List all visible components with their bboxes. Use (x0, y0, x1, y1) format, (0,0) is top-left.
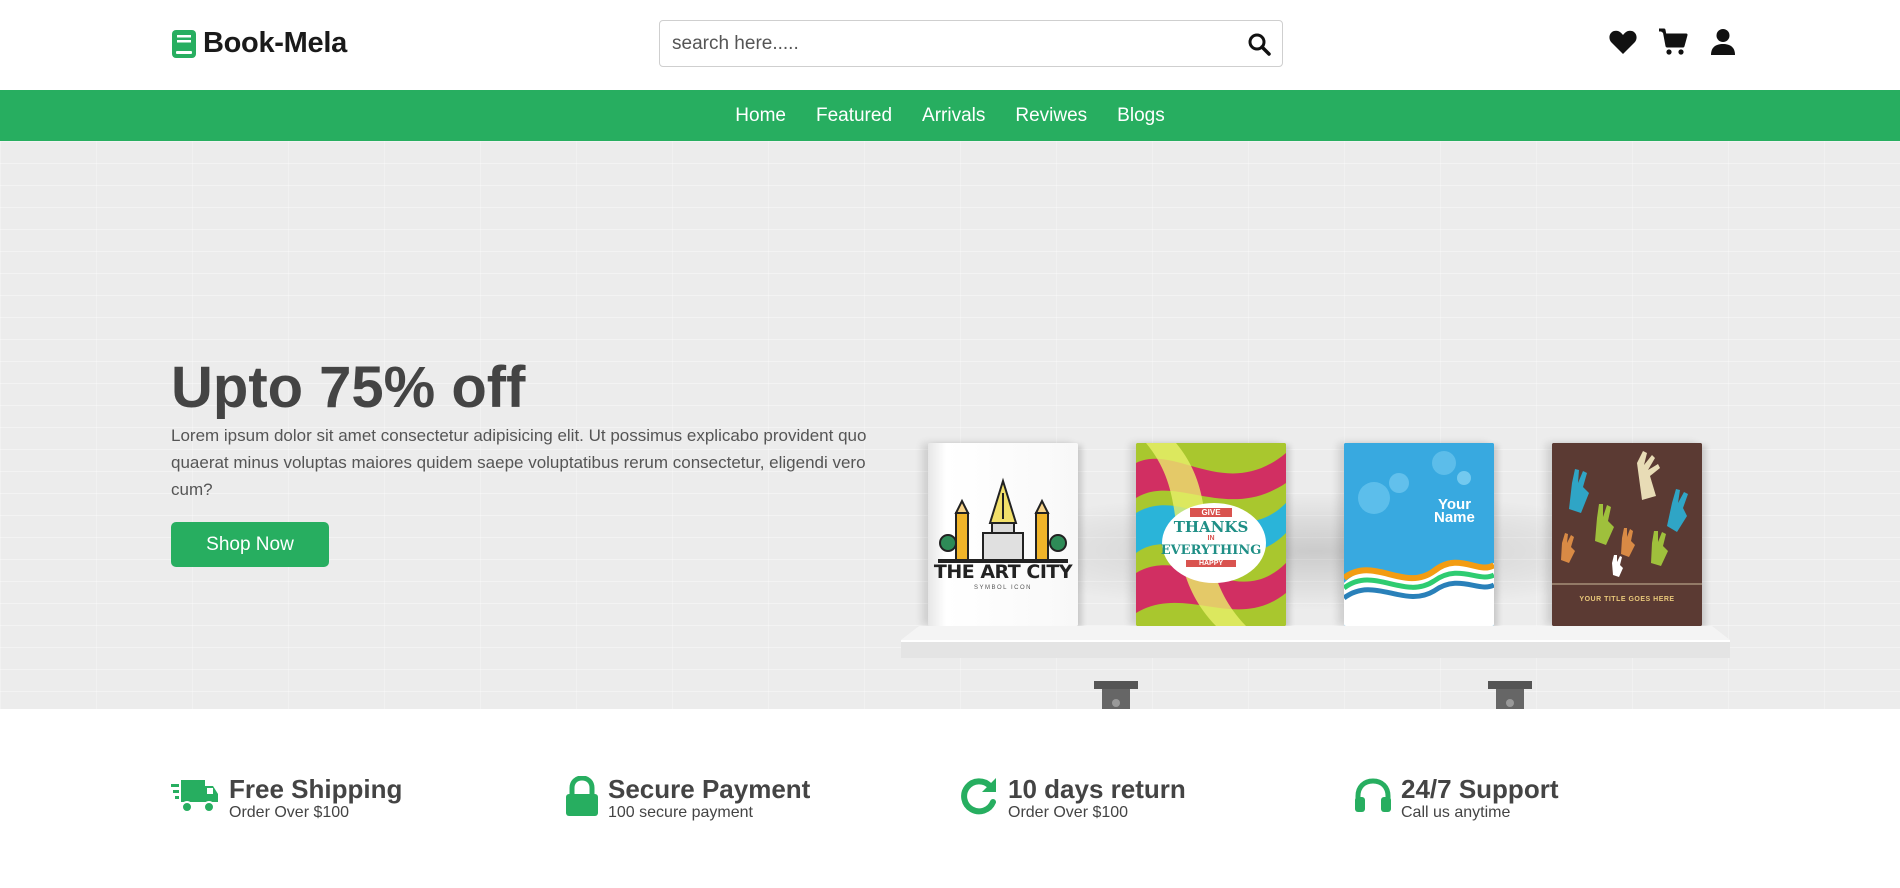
feature-text: Secure Payment 100 secure payment (608, 776, 810, 822)
redo-icon (961, 778, 996, 815)
feature-title: 24/7 Support (1401, 774, 1559, 804)
feature-support: 24/7 Support Call us anytime (1353, 776, 1558, 822)
hero-title: Upto 75% off (171, 355, 526, 420)
nav-item-reviews[interactable]: Reviwes (1015, 101, 1087, 131)
feature-subtitle: 100 secure payment (608, 804, 753, 821)
book-cover-hands[interactable]: YOUR TITLE GOES HERE (1552, 443, 1702, 626)
book-icon (172, 29, 196, 58)
nav-item-home[interactable]: Home (735, 101, 786, 131)
book-text-thanks: THANKS (1173, 518, 1249, 536)
feature-subtitle: Call us anytime (1401, 804, 1511, 821)
feature-subtitle: Order Over $100 (229, 804, 350, 821)
wishlist-button[interactable] (1608, 26, 1638, 58)
hero-banner: Upto 75% off Lorem ipsum dolor sit amet … (0, 141, 1900, 723)
book-shelf: THE ART CITY SYMBOL ICON GIVE THANKS IN … (898, 296, 1733, 723)
feature-title: Secure Payment (608, 774, 811, 804)
truck-icon (171, 780, 218, 813)
book-text-in: IN (1207, 535, 1215, 542)
bubbles-wave-pattern (1344, 443, 1494, 626)
book-title: THE ART CITY (933, 561, 1073, 583)
book-text-give: GIVE (1190, 508, 1232, 517)
book-cover-art-city[interactable]: THE ART CITY SYMBOL ICON (928, 443, 1078, 626)
logo[interactable]: Book-Mela (171, 27, 347, 60)
nav-item-featured[interactable]: Featured (816, 101, 892, 131)
feature-title: 10 days return (1008, 774, 1186, 804)
nav-item-blogs[interactable]: Blogs (1117, 101, 1165, 131)
book-text-happy: HAPPY (1186, 560, 1236, 567)
user-icon (1711, 29, 1735, 55)
book-text-everything: EVERYTHING (1160, 543, 1262, 558)
feature-title: Free Shipping (229, 774, 403, 804)
feature-text: 10 days return Order Over $100 (1008, 776, 1186, 822)
search-input[interactable] (660, 21, 1236, 66)
logo-text: Book-Mela (203, 27, 347, 59)
feature-secure-payment: Secure Payment 100 secure payment (564, 776, 810, 822)
header-icons (1608, 26, 1738, 58)
feature-returns: 10 days return Order Over $100 (960, 776, 1186, 822)
nav-item-arrivals[interactable]: Arrivals (922, 101, 985, 131)
feature-free-shipping: Free Shipping Order Over $100 (171, 776, 402, 822)
header: Book-Mela (0, 0, 1900, 90)
feature-text: Free Shipping Order Over $100 (229, 776, 402, 822)
headset-icon (1355, 778, 1391, 812)
shop-now-button[interactable]: Shop Now (171, 522, 329, 567)
features-strip: Free Shipping Order Over $100 Secure Pay… (0, 709, 1900, 888)
search-icon (1248, 33, 1271, 56)
hero-description: Lorem ipsum dolor sit amet consectetur a… (171, 426, 867, 499)
search-box (659, 20, 1283, 67)
search-button[interactable] (1236, 21, 1282, 66)
cart-button[interactable] (1658, 26, 1688, 58)
book-cover-give-thanks[interactable]: GIVE THANKS IN EVERYTHING HAPPY (1136, 443, 1286, 626)
heart-icon (1609, 30, 1637, 54)
book-cover-your-name[interactable]: Your Name (1344, 443, 1494, 626)
account-button[interactable] (1708, 26, 1738, 58)
cart-icon (1659, 28, 1688, 55)
main-nav: Home Featured Arrivals Reviwes Blogs (0, 90, 1900, 141)
shelf-board (901, 626, 1730, 658)
book-text-title: YOUR TITLE GOES HERE (1579, 596, 1675, 603)
feature-text: 24/7 Support Call us anytime (1401, 776, 1558, 822)
book-text-name: Name (1434, 509, 1475, 526)
lock-icon (566, 776, 598, 816)
feature-subtitle: Order Over $100 (1008, 804, 1129, 821)
book-subtitle: SYMBOL ICON (974, 585, 1032, 591)
